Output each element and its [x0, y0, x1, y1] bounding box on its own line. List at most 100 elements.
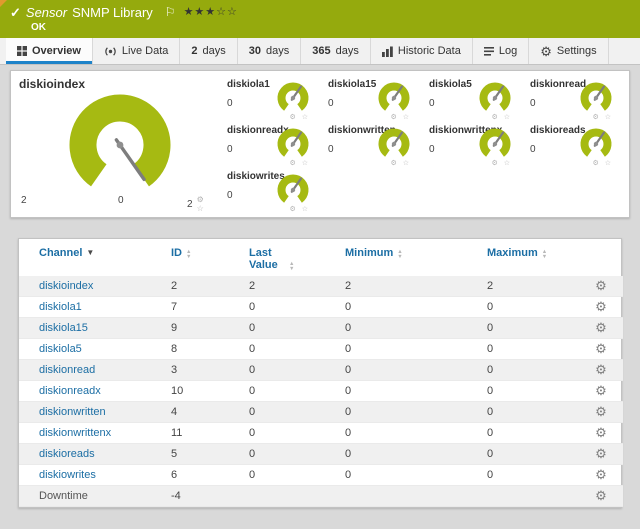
cell-minimum: 0 — [325, 465, 467, 486]
channel-link[interactable]: diskiowrites — [39, 469, 96, 481]
cell-id: 4 — [151, 402, 229, 423]
channel-link[interactable]: diskioreads — [39, 448, 95, 460]
channel-settings-icon[interactable]: ⚙ — [595, 488, 607, 503]
gauge-settings-icons[interactable]: ⚙ ☆ — [391, 113, 412, 121]
gauge-settings-icons[interactable]: ⚙ ☆ — [492, 159, 513, 167]
cell-maximum: 0 — [467, 339, 579, 360]
tab-settings[interactable]: ⚙Settings — [529, 38, 608, 64]
table-row: diskioindex2222⚙ — [19, 276, 623, 297]
cell-minimum: 0 — [325, 297, 467, 318]
cell-last-value: 0 — [229, 465, 325, 486]
channel-settings-icon[interactable]: ⚙ — [595, 299, 607, 314]
main-gauge — [67, 92, 173, 198]
scale-mid-label: 0 — [118, 195, 124, 206]
cell-id: 6 — [151, 465, 229, 486]
channel-settings-icon[interactable]: ⚙ — [595, 446, 607, 461]
gauge-cell-diskiola5: diskiola50⚙ ☆ — [421, 77, 520, 122]
tab-log[interactable]: Log — [473, 38, 529, 64]
channel-link[interactable]: diskioindex — [39, 280, 93, 292]
gauge-cell-diskiola1: diskiola10⚙ ☆ — [219, 77, 318, 122]
gauge-settings-icons[interactable]: ⚙ ☆ — [492, 113, 513, 121]
channel-settings-icon[interactable]: ⚙ — [595, 425, 607, 440]
channel-settings-icon[interactable]: ⚙ — [595, 383, 607, 398]
cell-id: 10 — [151, 381, 229, 402]
sort-arrows-icon: ▲▼ — [186, 250, 191, 260]
sort-arrows-icon: ▲▼ — [542, 250, 547, 260]
channel-settings-icon[interactable]: ⚙ — [595, 278, 607, 293]
gauge-settings-icons[interactable]: ⚙ ☆ — [290, 113, 311, 121]
cell-last-value: 0 — [229, 402, 325, 423]
cell-id: -4 — [151, 486, 229, 507]
cell-maximum: 0 — [467, 423, 579, 444]
cell-id: 9 — [151, 318, 229, 339]
channel-settings-icon[interactable]: ⚙ — [595, 404, 607, 419]
cell-last-value: 0 — [229, 423, 325, 444]
gauge-panel: diskioindex 2 0 2 ⚙ ☆ diskiola10⚙ ☆diski… — [10, 70, 630, 218]
priority-stars[interactable]: ★★★☆☆ — [184, 5, 238, 20]
flag-icon[interactable]: ⚐ — [165, 5, 176, 20]
channel-link[interactable]: diskionwritten — [39, 406, 106, 418]
gauge-settings-icons[interactable]: ⚙ ☆ — [197, 195, 219, 213]
scale-max-label: 2 — [187, 199, 193, 210]
channel-settings-icon[interactable]: ⚙ — [595, 320, 607, 335]
gauge-cell-diskionread: diskionread0⚙ ☆ — [522, 77, 621, 122]
small-gauge-grid: diskiola10⚙ ☆diskiola150⚙ ☆diskiola50⚙ ☆… — [219, 77, 621, 211]
channel-link[interactable]: diskiola1 — [39, 301, 82, 313]
tab-365-days[interactable]: 365days — [301, 38, 371, 64]
channel-gauge — [478, 81, 512, 115]
cell-id: 7 — [151, 297, 229, 318]
table-row: Downtime -4 ⚙ — [19, 486, 623, 507]
ok-check-icon: ✓ — [10, 5, 21, 20]
gauge-settings-icons[interactable]: ⚙ ☆ — [391, 159, 412, 167]
table-row: diskionreadx10000⚙ — [19, 381, 623, 402]
channel-link[interactable]: Downtime — [39, 490, 88, 502]
table-row: diskionwritten4000⚙ — [19, 402, 623, 423]
channel-link[interactable]: diskiola5 — [39, 343, 82, 355]
cell-last-value: 2 — [229, 276, 325, 297]
channel-gauge — [478, 127, 512, 161]
column-header-id[interactable]: ID▲▼ — [151, 239, 229, 276]
cell-last-value: 0 — [229, 339, 325, 360]
channel-settings-icon[interactable]: ⚙ — [595, 341, 607, 356]
channel-link[interactable]: diskionread — [39, 364, 95, 376]
tab-2-days[interactable]: 2days — [180, 38, 237, 64]
live-data-icon — [104, 46, 117, 57]
channel-link[interactable]: diskiola15 — [39, 322, 88, 334]
tab-live-data[interactable]: Live Data — [93, 38, 180, 64]
channel-settings-icon[interactable]: ⚙ — [595, 362, 607, 377]
tab-30-days[interactable]: 30days — [238, 38, 302, 64]
tab-bar: OverviewLive Data2days30days365daysHisto… — [0, 38, 640, 65]
gauge-settings-icons[interactable]: ⚙ ☆ — [593, 159, 614, 167]
cell-minimum: 0 — [325, 339, 467, 360]
channel-gauge — [377, 81, 411, 115]
tab-historic-data[interactable]: Historic Data — [371, 38, 473, 64]
gauge-cell-diskiowrites: diskiowrites0⚙ ☆ — [219, 169, 318, 214]
column-header-channel[interactable]: Channel▼ — [19, 239, 151, 276]
column-header-maximum[interactable]: Maximum▲▼ — [467, 239, 579, 276]
gauge-settings-icons[interactable]: ⚙ ☆ — [593, 113, 614, 121]
gauge-cell-diskionreadx: diskionreadx0⚙ ☆ — [219, 123, 318, 168]
gauge-cell-diskioreads: diskioreads0⚙ ☆ — [522, 123, 621, 168]
column-header-last-value[interactable]: Last Value▲▼ — [229, 239, 325, 276]
cell-maximum — [467, 486, 579, 507]
channel-settings-icon[interactable]: ⚙ — [595, 467, 607, 482]
overview-icon — [17, 46, 27, 56]
cell-id: 8 — [151, 339, 229, 360]
channel-link[interactable]: diskionwrittenx — [39, 427, 111, 439]
table-row: diskionwrittenx11000⚙ — [19, 423, 623, 444]
cell-id: 11 — [151, 423, 229, 444]
gauge-settings-icons[interactable]: ⚙ ☆ — [290, 205, 311, 213]
table-row: diskiola159000⚙ — [19, 318, 623, 339]
cell-maximum: 0 — [467, 318, 579, 339]
channel-link[interactable]: diskionreadx — [39, 385, 101, 397]
overview-content: diskioindex 2 0 2 ⚙ ☆ diskiola10⚙ ☆diski… — [0, 65, 640, 508]
cell-maximum: 0 — [467, 297, 579, 318]
cell-minimum: 0 — [325, 444, 467, 465]
gauge-settings-icons[interactable]: ⚙ ☆ — [290, 159, 311, 167]
tab-overview[interactable]: Overview — [6, 38, 93, 64]
cell-maximum: 0 — [467, 444, 579, 465]
cell-maximum: 2 — [467, 276, 579, 297]
cell-id: 2 — [151, 276, 229, 297]
column-header-minimum[interactable]: Minimum▲▼ — [325, 239, 467, 276]
table-row: diskionread3000⚙ — [19, 360, 623, 381]
